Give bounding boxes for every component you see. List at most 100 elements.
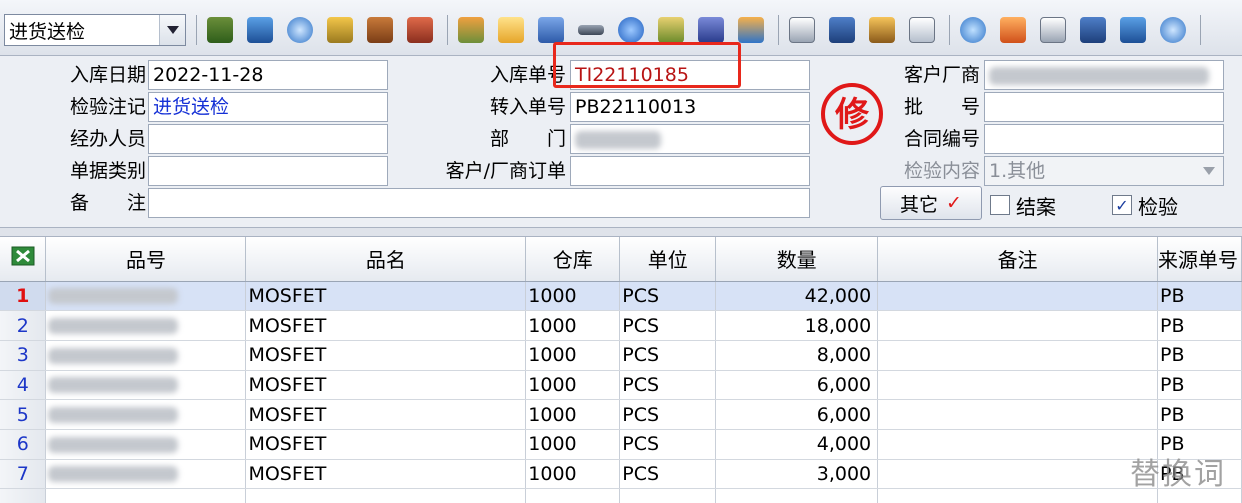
warehouse-cell[interactable]: 1000: [525, 281, 621, 312]
mail-icon[interactable]: [498, 17, 524, 43]
unit-cell[interactable]: PCS: [619, 429, 717, 460]
keyboard-icon[interactable]: [698, 17, 724, 43]
empty-cell[interactable]: [0, 488, 47, 503]
excel-export-icon[interactable]: [0, 237, 47, 282]
quantity-cell[interactable]: 6,000: [715, 370, 879, 401]
table-row[interactable]: 2 MOSFET 1000 PCS 18,000 PB: [0, 310, 1242, 341]
row-number[interactable]: 5: [0, 399, 47, 430]
row-number[interactable]: 2: [0, 310, 47, 341]
item-code-cell[interactable]: [45, 340, 247, 371]
table-row[interactable]: 3 MOSFET 1000 PCS 8,000 PB: [0, 340, 1242, 371]
item-name-cell[interactable]: MOSFET: [245, 399, 527, 430]
item-code-cell[interactable]: [45, 459, 247, 490]
remark-cell[interactable]: [877, 310, 1158, 341]
warehouse-cell[interactable]: 1000: [525, 310, 621, 341]
remark-cell[interactable]: [877, 399, 1158, 430]
warehouse-cell[interactable]: 1000: [525, 340, 621, 371]
quantity-cell[interactable]: 18,000: [715, 310, 879, 341]
item-name-cell[interactable]: MOSFET: [245, 370, 527, 401]
item-name-cell[interactable]: MOSFET: [245, 340, 527, 371]
unit-cell[interactable]: PCS: [619, 310, 717, 341]
item-code-cell[interactable]: [45, 281, 247, 312]
batch-field[interactable]: [984, 92, 1224, 122]
unit-cell[interactable]: PCS: [619, 399, 717, 430]
item-code-cell[interactable]: [45, 370, 247, 401]
handler-field[interactable]: [148, 124, 388, 154]
item-name-cell[interactable]: MOSFET: [245, 429, 527, 460]
item-code-cell[interactable]: [45, 399, 247, 430]
source-no-cell[interactable]: PB: [1157, 310, 1242, 341]
contract-field[interactable]: [984, 124, 1224, 154]
mode-select[interactable]: 进货送检: [4, 14, 186, 46]
help-icon[interactable]: [618, 17, 644, 43]
empty-cell[interactable]: [525, 488, 621, 503]
warehouse-cell[interactable]: 1000: [525, 370, 621, 401]
table-row[interactable]: 4 MOSFET 1000 PCS 6,000 PB: [0, 370, 1242, 401]
source-no-cell[interactable]: PB: [1157, 340, 1242, 371]
quantity-cell[interactable]: 42,000: [715, 281, 879, 312]
briefcase-icon[interactable]: [367, 17, 393, 43]
bell-icon[interactable]: [1000, 17, 1026, 43]
chevron-down-icon[interactable]: [159, 15, 185, 45]
inbound-date-field[interactable]: 2022-11-28: [148, 60, 388, 90]
remark-cell[interactable]: [877, 429, 1158, 460]
chevron-down-icon[interactable]: [1195, 157, 1223, 185]
table-row[interactable]: 1 MOSFET 1000 PCS 42,000 PB: [0, 281, 1242, 312]
empty-row[interactable]: [0, 488, 1242, 503]
empty-cell[interactable]: [45, 488, 247, 503]
star-doc-icon[interactable]: [538, 17, 564, 43]
remark-cell[interactable]: [877, 281, 1158, 312]
refresh-icon[interactable]: [1160, 17, 1186, 43]
item-name-cell[interactable]: MOSFET: [245, 459, 527, 490]
vendor-field[interactable]: [984, 60, 1224, 90]
row-number[interactable]: 1: [0, 281, 47, 312]
row-number[interactable]: 7: [0, 459, 47, 490]
other-button[interactable]: 其它 ✓: [880, 186, 982, 220]
cost-icon[interactable]: [738, 17, 764, 43]
database-icon[interactable]: [869, 17, 895, 43]
unit-cell[interactable]: PCS: [619, 340, 717, 371]
check-circle-icon[interactable]: [960, 17, 986, 43]
column-header[interactable]: 数量: [715, 237, 879, 282]
row-number[interactable]: 3: [0, 340, 47, 371]
inspect-checkbox[interactable]: ✓ 检验: [1112, 190, 1178, 220]
remark-field[interactable]: [148, 188, 810, 218]
monitor-icon[interactable]: [247, 17, 273, 43]
column-header[interactable]: 单位: [619, 237, 717, 282]
warehouse-cell[interactable]: 1000: [525, 429, 621, 460]
table-row[interactable]: 6 MOSFET 1000 PCS 4,000 PB: [0, 429, 1242, 460]
column-header[interactable]: 备注: [877, 237, 1158, 282]
doc-type-field[interactable]: [148, 156, 388, 186]
copy-icon[interactable]: [909, 17, 935, 43]
inspection-content-select[interactable]: 1.其他: [984, 156, 1224, 186]
checkbox-checked-icon[interactable]: ✓: [1112, 195, 1132, 215]
list-icon[interactable]: [829, 17, 855, 43]
item-code-cell[interactable]: [45, 429, 247, 460]
lock-user-icon[interactable]: [327, 17, 353, 43]
remark-cell[interactable]: [877, 340, 1158, 371]
empty-cell[interactable]: [715, 488, 879, 503]
home-icon[interactable]: [407, 17, 433, 43]
report-icon[interactable]: [1040, 17, 1066, 43]
source-no-cell[interactable]: PB: [1157, 370, 1242, 401]
empty-cell[interactable]: [877, 488, 1158, 503]
document-search-icon[interactable]: [789, 17, 815, 43]
unit-cell[interactable]: PCS: [619, 370, 717, 401]
customer-order-field[interactable]: [570, 156, 810, 186]
phone-icon[interactable]: [287, 17, 313, 43]
source-no-cell[interactable]: PB: [1157, 399, 1242, 430]
warehouse-cell[interactable]: 1000: [525, 399, 621, 430]
unit-cell[interactable]: PCS: [619, 459, 717, 490]
item-name-cell[interactable]: MOSFET: [245, 310, 527, 341]
quantity-cell[interactable]: 6,000: [715, 399, 879, 430]
warehouse-cell[interactable]: 1000: [525, 459, 621, 490]
remark-cell[interactable]: [877, 370, 1158, 401]
item-name-cell[interactable]: MOSFET: [245, 281, 527, 312]
quantity-cell[interactable]: 4,000: [715, 429, 879, 460]
column-header[interactable]: 仓库: [525, 237, 621, 282]
column-header[interactable]: 来源单号: [1157, 237, 1242, 282]
empty-cell[interactable]: [245, 488, 527, 503]
unit-cell[interactable]: PCS: [619, 281, 717, 312]
table-row[interactable]: 7 MOSFET 1000 PCS 3,000 PB: [0, 459, 1242, 490]
inspection-note-field[interactable]: 进货送检: [148, 92, 388, 122]
